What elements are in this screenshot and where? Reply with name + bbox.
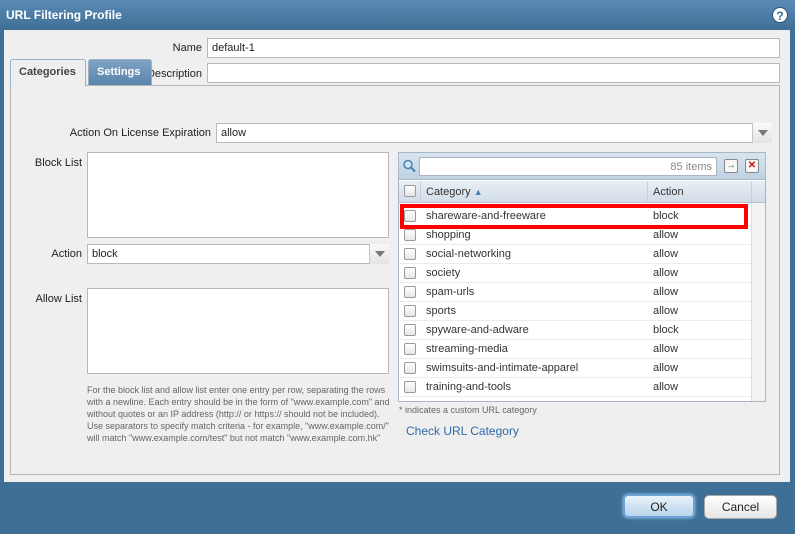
search-icon [403,159,416,173]
chevron-down-icon [758,130,768,136]
row-checkbox[interactable] [404,229,416,241]
row-checkbox[interactable] [404,248,416,260]
chevron-down-icon [375,251,385,257]
allow-list-label: Allow List [35,293,82,305]
ok-button[interactable]: OK [623,494,695,518]
check-url-category-link[interactable]: Check URL Category [406,424,519,438]
action-select[interactable]: block [87,244,389,264]
category-action[interactable]: allow [653,381,678,393]
row-checkbox[interactable] [404,267,416,279]
grid-scrollbar[interactable] [751,203,765,401]
grid-toolbar: 85 items → ✕ [399,153,765,180]
list-help-text: For the block list and allow list enter … [87,385,390,443]
description-input[interactable] [207,63,780,83]
tab-settings[interactable]: Settings [88,59,152,85]
category-action[interactable]: allow [653,229,678,241]
name-input[interactable]: default-1 [207,38,780,58]
category-name: society [426,267,461,279]
table-row[interactable]: social-networking allow [399,245,751,264]
table-row[interactable]: streaming-media allow [399,340,751,359]
license-expiration-dropdown[interactable] [752,123,772,143]
category-name: swimsuits-and-intimate-apparel [426,362,579,374]
category-action[interactable]: allow [653,343,678,355]
cancel-button[interactable]: Cancel [704,495,777,519]
category-action[interactable]: allow [653,305,678,317]
category-search-input[interactable]: 85 items [419,157,717,176]
row-checkbox[interactable] [404,381,416,393]
table-row[interactable]: sports allow [399,302,751,321]
custom-category-note: * indicates a custom URL category [399,405,537,415]
table-row[interactable]: training-and-tools allow [399,378,751,397]
tab-categories[interactable]: Categories [10,59,86,86]
column-header-category[interactable]: Category ▲ [426,186,483,198]
dialog-title: URL Filtering Profile [6,8,122,22]
column-divider [647,181,648,202]
column-divider [751,181,752,202]
help-icon[interactable]: ? [772,7,788,23]
grid-header: Category ▲ Action [399,181,765,203]
dialog-footer: OK Cancel [0,482,795,534]
block-list-textarea[interactable] [87,152,389,238]
dialog-titlebar: URL Filtering Profile ? [0,0,795,30]
column-divider [420,181,421,202]
table-row[interactable]: swimsuits-and-intimate-apparel allow [399,359,751,378]
column-category-label: Category [426,186,471,198]
table-row[interactable]: spam-urls allow [399,283,751,302]
block-list-label: Block List [34,157,82,169]
category-name: streaming-media [426,343,508,355]
action-dropdown[interactable] [369,244,389,264]
license-expiration-label: Action On License Expiration [69,127,211,139]
category-name: sports [426,305,456,317]
category-action[interactable]: allow [653,286,678,298]
apply-filter-icon[interactable]: → [724,159,738,173]
url-filtering-profile-dialog: URL Filtering Profile ? Name default-1 D… [0,0,795,534]
items-count: 85 items [670,161,712,173]
highlight-box [400,204,748,229]
category-action[interactable]: allow [653,248,678,260]
table-row[interactable]: society allow [399,264,751,283]
row-checkbox[interactable] [404,362,416,374]
allow-list-textarea[interactable] [87,288,389,374]
category-name: shopping [426,229,471,241]
category-action[interactable]: allow [653,362,678,374]
category-name: spyware-and-adware [426,324,529,336]
category-name: training-and-tools [426,381,511,393]
name-label: Name [172,42,202,54]
row-checkbox[interactable] [404,324,416,336]
row-checkbox[interactable] [404,305,416,317]
select-all-checkbox[interactable] [404,185,416,197]
category-action[interactable]: block [653,324,679,336]
sort-ascending-icon: ▲ [473,187,483,197]
category-name: spam-urls [426,286,475,298]
action-label: Action [51,248,82,260]
row-checkbox[interactable] [404,343,416,355]
category-name: social-networking [426,248,511,260]
row-checkbox[interactable] [404,286,416,298]
column-header-action[interactable]: Action [653,186,684,198]
category-action[interactable]: allow [653,267,678,279]
category-grid: 85 items → ✕ Category ▲ Action shareware… [398,152,766,402]
table-row[interactable]: spyware-and-adware block [399,321,751,340]
license-expiration-select[interactable]: allow [216,123,772,143]
clear-filter-icon[interactable]: ✕ [745,159,759,173]
